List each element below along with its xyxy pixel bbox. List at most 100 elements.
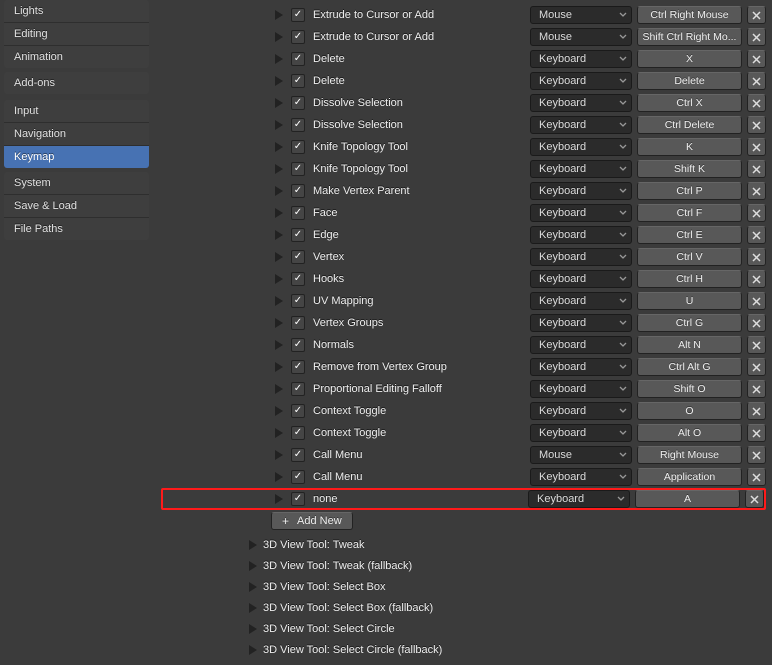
keymap-section[interactable]: 3D View Tool: Select Box xyxy=(247,581,766,593)
keymap-enable-checkbox[interactable] xyxy=(291,448,305,462)
remove-keymap-button[interactable] xyxy=(747,336,766,354)
disclosure-triangle-icon[interactable] xyxy=(273,251,285,263)
keymap-enable-checkbox[interactable] xyxy=(291,228,305,242)
keymap-enable-checkbox[interactable] xyxy=(291,250,305,264)
disclosure-triangle-icon[interactable] xyxy=(273,185,285,197)
disclosure-triangle-icon[interactable] xyxy=(273,97,285,109)
keymap-section[interactable]: 3D View Tool: Select Circle (fallback) xyxy=(247,644,766,656)
add-new-button[interactable]: + Add New xyxy=(271,512,353,530)
keymap-enable-checkbox[interactable] xyxy=(291,74,305,88)
keymap-enable-checkbox[interactable] xyxy=(291,426,305,440)
remove-keymap-button[interactable] xyxy=(747,138,766,156)
sidebar-item-input[interactable]: Input xyxy=(4,100,149,123)
disclosure-triangle-icon[interactable] xyxy=(273,163,285,175)
remove-keymap-button[interactable] xyxy=(747,116,766,134)
remove-keymap-button[interactable] xyxy=(747,468,766,486)
event-type-select[interactable]: Keyboard xyxy=(530,160,632,178)
remove-keymap-button[interactable] xyxy=(747,446,766,464)
remove-keymap-button[interactable] xyxy=(747,94,766,112)
disclosure-triangle-icon[interactable] xyxy=(273,9,285,21)
shortcut-button[interactable]: Shift K xyxy=(637,160,742,178)
event-type-select[interactable]: Keyboard xyxy=(530,248,632,266)
keymap-enable-checkbox[interactable] xyxy=(291,96,305,110)
shortcut-button[interactable]: Ctrl P xyxy=(637,182,742,200)
shortcut-button[interactable]: U xyxy=(637,292,742,310)
shortcut-button[interactable]: Ctrl Alt G xyxy=(637,358,742,376)
event-type-select[interactable]: Keyboard xyxy=(530,314,632,332)
shortcut-button[interactable]: Ctrl X xyxy=(637,94,742,112)
remove-keymap-button[interactable] xyxy=(747,226,766,244)
disclosure-triangle-icon[interactable] xyxy=(273,449,285,461)
keymap-enable-checkbox[interactable] xyxy=(291,294,305,308)
keymap-enable-checkbox[interactable] xyxy=(291,184,305,198)
disclosure-triangle-icon[interactable] xyxy=(273,53,285,65)
event-type-select[interactable]: Mouse xyxy=(530,446,632,464)
event-type-select[interactable]: Keyboard xyxy=(530,380,632,398)
event-type-select[interactable]: Keyboard xyxy=(530,292,632,310)
disclosure-triangle-icon[interactable] xyxy=(273,141,285,153)
remove-keymap-button[interactable] xyxy=(747,358,766,376)
sidebar-item-editing[interactable]: Editing xyxy=(4,23,149,46)
shortcut-button[interactable]: Shift O xyxy=(637,380,742,398)
shortcut-button[interactable]: Ctrl E xyxy=(637,226,742,244)
disclosure-triangle-icon[interactable] xyxy=(247,560,259,572)
event-type-select[interactable]: Keyboard xyxy=(530,116,632,134)
shortcut-button[interactable]: Ctrl Delete xyxy=(637,116,742,134)
event-type-select[interactable]: Keyboard xyxy=(530,204,632,222)
shortcut-button[interactable]: Application xyxy=(637,468,742,486)
event-type-select[interactable]: Keyboard xyxy=(530,336,632,354)
keymap-enable-checkbox[interactable] xyxy=(291,470,305,484)
shortcut-button[interactable]: K xyxy=(637,138,742,156)
disclosure-triangle-icon[interactable] xyxy=(247,581,259,593)
keymap-enable-checkbox[interactable] xyxy=(291,404,305,418)
remove-keymap-button[interactable] xyxy=(747,204,766,222)
event-type-select[interactable]: Keyboard xyxy=(530,226,632,244)
remove-keymap-button[interactable] xyxy=(747,182,766,200)
keymap-enable-checkbox[interactable] xyxy=(291,140,305,154)
shortcut-button[interactable]: Ctrl H xyxy=(637,270,742,288)
sidebar-item-save-load[interactable]: Save & Load xyxy=(4,195,149,218)
keymap-section[interactable]: 3D View Tool: Select Box (fallback) xyxy=(247,602,766,614)
remove-keymap-button[interactable] xyxy=(747,50,766,68)
event-type-select[interactable]: Keyboard xyxy=(530,72,632,90)
keymap-enable-checkbox[interactable] xyxy=(291,338,305,352)
keymap-enable-checkbox[interactable] xyxy=(291,206,305,220)
remove-keymap-button[interactable] xyxy=(747,160,766,178)
event-type-select[interactable]: Keyboard xyxy=(530,94,632,112)
keymap-section[interactable]: 3D View Tool: Tweak xyxy=(247,539,766,551)
disclosure-triangle-icon[interactable] xyxy=(273,273,285,285)
keymap-enable-checkbox[interactable] xyxy=(291,162,305,176)
keymap-section[interactable]: 3D View Tool: Select Circle xyxy=(247,623,766,635)
remove-keymap-button[interactable] xyxy=(747,380,766,398)
disclosure-triangle-icon[interactable] xyxy=(273,493,285,505)
event-type-select[interactable]: Keyboard xyxy=(530,138,632,156)
disclosure-triangle-icon[interactable] xyxy=(273,119,285,131)
shortcut-button[interactable]: Right Mouse xyxy=(637,446,742,464)
event-type-select[interactable]: Mouse xyxy=(530,6,632,24)
disclosure-triangle-icon[interactable] xyxy=(247,623,259,635)
keymap-enable-checkbox[interactable] xyxy=(291,382,305,396)
shortcut-button[interactable]: Ctrl Right Mouse xyxy=(637,6,742,24)
remove-keymap-button[interactable] xyxy=(747,248,766,266)
remove-keymap-button[interactable] xyxy=(747,6,766,24)
disclosure-triangle-icon[interactable] xyxy=(273,229,285,241)
disclosure-triangle-icon[interactable] xyxy=(247,644,259,656)
keymap-enable-checkbox[interactable] xyxy=(291,316,305,330)
disclosure-triangle-icon[interactable] xyxy=(273,31,285,43)
shortcut-button[interactable]: Shift Ctrl Right Mo... xyxy=(637,28,742,46)
disclosure-triangle-icon[interactable] xyxy=(273,317,285,329)
remove-keymap-button[interactable] xyxy=(747,28,766,46)
disclosure-triangle-icon[interactable] xyxy=(247,602,259,614)
sidebar-item-keymap[interactable]: Keymap xyxy=(4,146,149,168)
keymap-section[interactable]: 3D View Tool: Tweak (fallback) xyxy=(247,560,766,572)
shortcut-button[interactable]: Ctrl V xyxy=(637,248,742,266)
disclosure-triangle-icon[interactable] xyxy=(273,207,285,219)
event-type-select[interactable]: Keyboard xyxy=(528,490,630,508)
shortcut-button[interactable]: O xyxy=(637,402,742,420)
remove-keymap-button[interactable] xyxy=(745,490,764,508)
shortcut-button[interactable]: Alt O xyxy=(637,424,742,442)
sidebar-item-addons[interactable]: Add-ons xyxy=(4,72,149,94)
event-type-select[interactable]: Keyboard xyxy=(530,424,632,442)
event-type-select[interactable]: Keyboard xyxy=(530,358,632,376)
shortcut-button[interactable]: X xyxy=(637,50,742,68)
